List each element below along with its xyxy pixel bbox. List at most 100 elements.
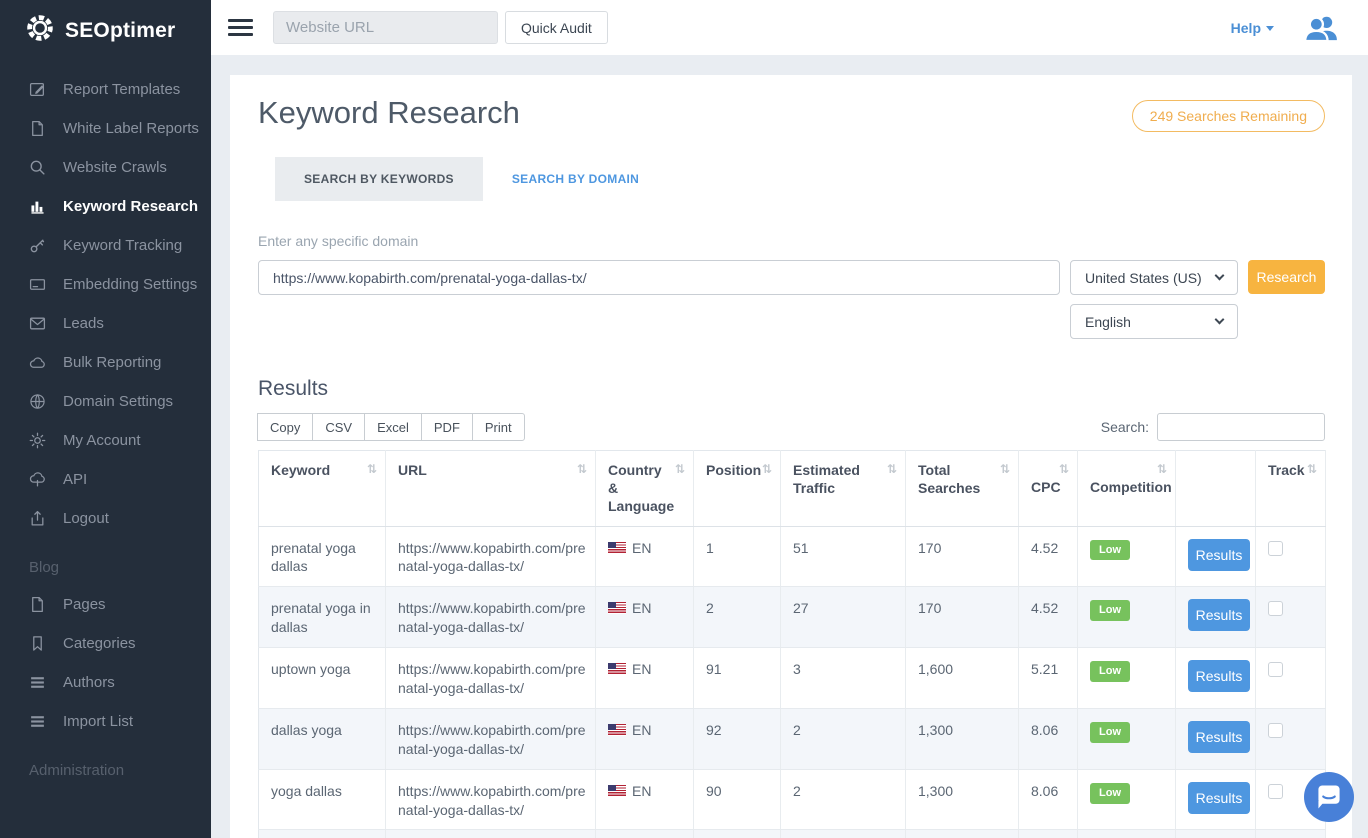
cpc-cell: 8.06 — [1019, 708, 1078, 769]
export-button[interactable]: Print — [472, 413, 525, 441]
sidebar-item-label: Website Crawls — [63, 159, 167, 176]
sidebar-item-label: Keyword Tracking — [63, 237, 182, 254]
chevron-down-icon — [1215, 271, 1225, 281]
sidebar-item[interactable]: Import List — [0, 703, 211, 740]
export-buttons: Copy CSV Excel PDF Print — [258, 413, 525, 441]
file-icon — [29, 596, 46, 613]
sidebar-item[interactable]: Keyword Tracking — [0, 227, 211, 264]
cloud-api-icon — [29, 471, 46, 488]
sidebar-item[interactable]: White Label Reports — [0, 110, 211, 147]
keyword-cell: dallas yoga — [259, 708, 386, 769]
sort-icon: ⇅ — [577, 462, 587, 478]
column-header[interactable]: ⇅Competition — [1078, 451, 1176, 527]
position-cell: 2 — [694, 587, 781, 648]
export-button[interactable]: Excel — [364, 413, 422, 441]
us-flag-icon — [608, 542, 626, 554]
sidebar-item[interactable]: Website Crawls — [0, 149, 211, 186]
column-header[interactable]: ⇅Track — [1256, 451, 1326, 527]
table-search-input[interactable] — [1157, 413, 1325, 441]
app-logo[interactable]: SEOptimer — [0, 0, 211, 59]
sort-icon: ⇅ — [675, 462, 685, 478]
track-checkbox[interactable] — [1268, 662, 1283, 677]
track-checkbox[interactable] — [1268, 601, 1283, 616]
list-icon — [29, 674, 46, 691]
sidebar-item[interactable]: Pages — [0, 586, 211, 623]
bookmark-icon — [29, 635, 46, 652]
sort-icon: ⇅ — [762, 462, 772, 478]
competition-badge: Low — [1090, 661, 1130, 682]
track-checkbox[interactable] — [1268, 784, 1283, 799]
chat-widget-button[interactable] — [1304, 772, 1354, 827]
country-language-cell: EN — [596, 769, 694, 830]
country-select[interactable]: United States (US) — [1070, 260, 1238, 295]
column-header[interactable]: ⇅Position — [694, 451, 781, 527]
results-button[interactable]: Results — [1188, 539, 1250, 571]
help-dropdown[interactable]: Help — [1231, 20, 1274, 36]
track-checkbox[interactable] — [1268, 723, 1283, 738]
website-url-input[interactable] — [273, 11, 498, 44]
sidebar-item[interactable]: Keyword Research — [0, 188, 211, 225]
total-searches-cell: 170 — [906, 526, 1019, 587]
total-searches-cell: 1,600 — [906, 648, 1019, 709]
keyword-cell: yoga class pregnancy — [259, 830, 386, 838]
sidebar-item-label: My Account — [63, 432, 141, 449]
sidebar-item[interactable]: Report Templates — [0, 71, 211, 108]
results-cell: Results — [1176, 526, 1256, 587]
position-cell: 29 — [694, 830, 781, 838]
tab[interactable]: SEARCH BY KEYWORDS — [275, 157, 483, 201]
competition-cell: Low — [1078, 526, 1176, 587]
sidebar-item[interactable]: Logout — [0, 500, 211, 537]
results-button[interactable]: Results — [1188, 782, 1250, 814]
gear-logo-icon — [24, 12, 56, 49]
gear-icon — [29, 432, 46, 449]
country-language-cell: EN — [596, 708, 694, 769]
column-header[interactable]: ⇅Keyword — [259, 451, 386, 527]
results-button[interactable]: Results — [1188, 721, 1250, 753]
export-button[interactable]: CSV — [312, 413, 365, 441]
results-button[interactable]: Results — [1188, 599, 1250, 631]
track-cell — [1256, 587, 1326, 648]
logout-icon — [29, 510, 46, 527]
sidebar-item[interactable]: Bulk Reporting — [0, 344, 211, 381]
search-icon — [29, 159, 46, 176]
track-cell — [1256, 526, 1326, 587]
sidebar-item[interactable]: Categories — [0, 625, 211, 662]
position-cell: 90 — [694, 769, 781, 830]
tab[interactable]: SEARCH BY DOMAIN — [483, 157, 668, 201]
sidebar-item[interactable]: Domain Settings — [0, 383, 211, 420]
export-button[interactable]: PDF — [421, 413, 473, 441]
column-header[interactable]: ⇅ — [1176, 451, 1256, 527]
column-header[interactable]: ⇅Country & Language — [596, 451, 694, 527]
sidebar-item-label: Pages — [63, 596, 106, 613]
sidebar-item[interactable]: Embedding Settings — [0, 266, 211, 303]
position-cell: 1 — [694, 526, 781, 587]
column-header[interactable]: ⇅Estimated Traffic — [781, 451, 906, 527]
sidebar-item[interactable]: Authors — [0, 664, 211, 701]
country-language-cell: EN — [596, 648, 694, 709]
searches-remaining-badge: 249 Searches Remaining — [1132, 100, 1325, 132]
track-checkbox[interactable] — [1268, 541, 1283, 556]
users-icon[interactable] — [1304, 14, 1338, 42]
export-button[interactable]: Copy — [257, 413, 313, 441]
card-icon — [29, 276, 46, 293]
track-cell — [1256, 708, 1326, 769]
sort-icon: ⇅ — [1059, 462, 1069, 478]
hamburger-menu-icon[interactable] — [228, 19, 253, 36]
sidebar-item[interactable]: My Account — [0, 422, 211, 459]
competition-badge: Low — [1090, 600, 1130, 621]
sidebar-item-label: Bulk Reporting — [63, 354, 161, 371]
total-searches-cell: 1,300 — [906, 708, 1019, 769]
column-header[interactable]: ⇅Total Searches — [906, 451, 1019, 527]
sidebar-item[interactable]: Leads — [0, 305, 211, 342]
sidebar-item[interactable]: API — [0, 461, 211, 498]
app-logo-text: SEOptimer — [65, 19, 175, 43]
url-cell: https://www.kopabirth.com/prenatal-yoga-… — [386, 526, 596, 587]
quick-audit-button[interactable]: Quick Audit — [505, 11, 608, 44]
column-header[interactable]: ⇅URL — [386, 451, 596, 527]
research-button[interactable]: Research — [1248, 260, 1325, 294]
domain-input[interactable] — [258, 260, 1060, 295]
language-select[interactable]: English — [1070, 304, 1238, 339]
results-button[interactable]: Results — [1188, 660, 1250, 692]
table-header-row: ⇅Keyword ⇅URL ⇅Country & Language ⇅Posit… — [259, 451, 1326, 527]
column-header[interactable]: ⇅CPC — [1019, 451, 1078, 527]
